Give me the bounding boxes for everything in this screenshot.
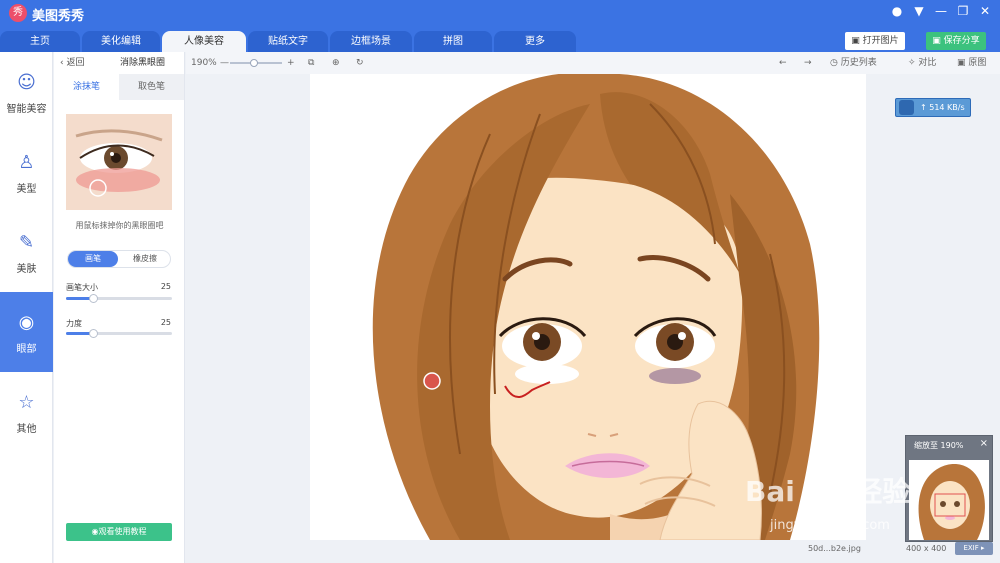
brush-size-value: 25	[160, 282, 171, 291]
thumbnail-illustration	[909, 460, 989, 540]
nav-other[interactable]: ☆ 其他	[0, 372, 53, 452]
strength-handle[interactable]	[88, 329, 98, 338]
app-logo: 秀	[9, 4, 27, 22]
menu-dropdown-icon[interactable]: ▼	[912, 4, 926, 18]
nav-label: 其他	[16, 424, 37, 435]
history-label: 历史列表	[840, 58, 877, 68]
open-image-label: 打开图片	[862, 36, 899, 46]
tab-collage[interactable]: 拼图	[414, 31, 492, 52]
title-bar: 秀 美图秀秀 ● ▼ — ❐ ✕ 主页 美化编辑 人像美容 贴纸文字 边框场景 …	[0, 0, 1000, 52]
zoom-slider-handle[interactable]	[250, 59, 258, 67]
file-name: 50d...b2e.jpg	[808, 544, 861, 553]
open-image-button[interactable]: ▣ 打开图片	[845, 32, 905, 50]
brush-icon: ✎	[18, 232, 35, 253]
tab-sticker-text[interactable]: 贴纸文字	[248, 31, 328, 52]
speed-text: ↑ 514 KB/s	[920, 103, 965, 112]
image-icon: ▣	[851, 36, 863, 46]
nav-eyes[interactable]: ◉ 眼部	[0, 292, 53, 372]
undo-button[interactable]: ←	[779, 52, 787, 74]
image-size: 400 x 400	[906, 544, 947, 553]
original-button[interactable]: ▣ 原图	[957, 52, 986, 74]
close-icon[interactable]: ✕	[978, 4, 992, 18]
brush-size-slider[interactable]	[66, 294, 172, 303]
network-speed-badge: ↑ 514 KB/s	[895, 98, 971, 117]
panel-header: ‹ 返回 消除黑眼圈	[54, 52, 185, 74]
crop-icon[interactable]: ⧉	[308, 52, 314, 74]
strength-label: 力度	[66, 319, 82, 328]
nav-label: 眼部	[16, 344, 37, 355]
compare-label: 对比	[918, 58, 937, 68]
mode-toggle: 画笔 橡皮擦	[67, 250, 171, 268]
tab-frame-scene[interactable]: 边框场景	[330, 31, 412, 52]
subtab-color-picker[interactable]: 取色笔	[119, 74, 184, 100]
effect-preview-image	[66, 114, 172, 210]
star-icon: ☆	[18, 392, 35, 413]
strength-slider[interactable]	[66, 329, 172, 338]
brush-size-label: 画笔大小	[66, 283, 98, 292]
back-label: 返回	[66, 58, 85, 68]
original-label: 原图	[968, 58, 987, 68]
left-nav: ☺ 智能美容 ♙ 美型 ✎ 美肤 ◉ 眼部 ☆ 其他	[0, 52, 53, 563]
close-icon[interactable]: ×	[980, 438, 988, 449]
eye-icon: ◉	[18, 312, 35, 333]
nav-smart-beauty[interactable]: ☺ 智能美容	[0, 52, 53, 132]
tab-home[interactable]: 主页	[0, 31, 80, 52]
navigator-thumbnail[interactable]	[909, 460, 989, 540]
save-share-button[interactable]: ▣ 保存分享	[926, 32, 986, 50]
magnifier-icon[interactable]: ⊕	[332, 52, 340, 74]
strength-value: 25	[160, 318, 171, 327]
subtab-smear-pen[interactable]: 涂抹笔	[54, 74, 119, 100]
tutorial-label: 观看使用教程	[98, 527, 147, 536]
app-title: 美图秀秀	[32, 9, 85, 24]
compare-button[interactable]: ✧ 对比	[908, 52, 936, 74]
eraser-mode-button[interactable]: 橡皮擦	[120, 251, 170, 267]
zoom-navigator-popup: 缩放至 190% ×	[905, 435, 993, 542]
face-icon: ☺	[17, 72, 36, 93]
nav-skin[interactable]: ✎ 美肤	[0, 212, 53, 292]
canvas-toolbar: 190% — + ⧉ ⊕ ↻ ← → ◷ 历史列表 ✧ 对比 ▣ 原图	[186, 52, 1000, 74]
redo-button[interactable]: →	[804, 52, 812, 74]
picture-icon: ▣	[957, 58, 969, 68]
nav-body-shape[interactable]: ♙ 美型	[0, 132, 53, 212]
window-controls: ● ▼ — ❐ ✕	[890, 4, 992, 18]
tab-portrait[interactable]: 人像美容	[162, 31, 246, 52]
tool-panel: ‹ 返回 消除黑眼圈 涂抹笔 取色笔 用鼠标抹掉你的黑眼圈吧 画笔 橡皮擦 画笔…	[54, 52, 185, 563]
zoom-navigator-title: 缩放至 190%	[914, 441, 964, 450]
usage-hint: 用鼠标抹掉你的黑眼圈吧	[75, 221, 164, 230]
nav-label: 美型	[16, 184, 37, 195]
exif-button[interactable]: EXIF ▸	[955, 542, 993, 555]
nav-label: 美肤	[16, 264, 37, 275]
clock-icon: ◷	[830, 58, 841, 68]
brush-mode-button[interactable]: 画笔	[68, 251, 118, 267]
brush-size-handle[interactable]	[88, 294, 98, 303]
nav-label: 智能美容	[6, 104, 47, 115]
baidu-watermark-url: jingyan.baidu.com	[770, 518, 890, 533]
history-button[interactable]: ◷ 历史列表	[830, 52, 877, 74]
maximize-icon[interactable]: ❐	[956, 4, 970, 18]
tab-more[interactable]: 更多	[494, 31, 576, 52]
save-icon: ▣	[932, 36, 944, 46]
person-icon: ♙	[18, 152, 35, 173]
zoom-in-button[interactable]: +	[287, 52, 295, 74]
minimize-icon[interactable]: —	[934, 4, 948, 18]
panel-title: 消除黑眼圈	[120, 58, 166, 68]
eye-preview-illustration	[66, 114, 172, 210]
main-tabs: 主页 美化编辑 人像美容 贴纸文字 边框场景 拼图 更多	[0, 31, 578, 52]
feedback-icon[interactable]: ●	[890, 4, 904, 18]
zoom-level: 190%	[191, 58, 217, 68]
baidu-watermark: Bai du 经验	[745, 475, 911, 508]
rotate-icon[interactable]: ↻	[356, 52, 364, 74]
back-button[interactable]: ‹ 返回	[60, 52, 84, 74]
zoom-out-button[interactable]: —	[220, 52, 229, 74]
save-share-label: 保存分享	[943, 36, 980, 46]
tab-edit[interactable]: 美化编辑	[82, 31, 160, 52]
network-icon	[899, 100, 914, 115]
watch-tutorial-button[interactable]: ◉观看使用教程	[66, 523, 172, 541]
sparkle-icon: ✧	[908, 58, 919, 68]
